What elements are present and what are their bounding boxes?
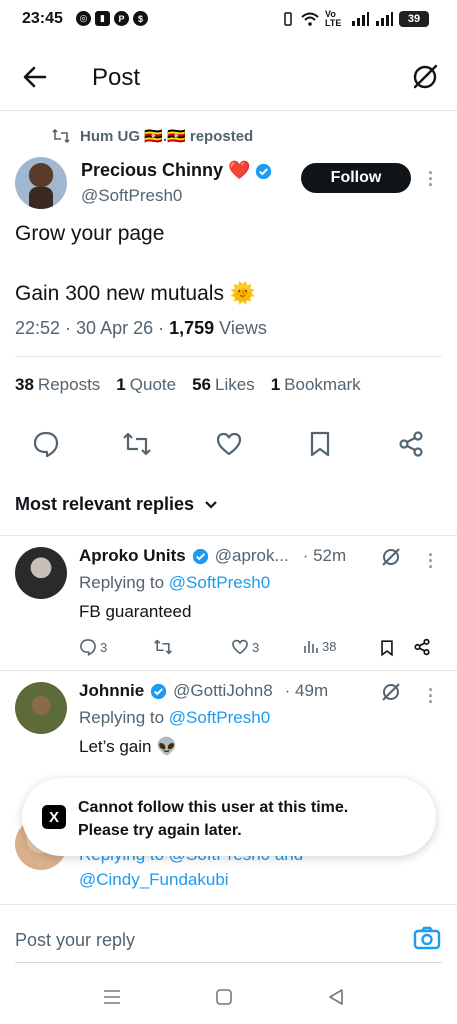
reply-like-action[interactable]: 3 — [231, 638, 259, 656]
reply-composer[interactable]: Post your reply — [0, 906, 457, 964]
reply-author-handle: @aprok... — [214, 546, 289, 565]
replying-to-link[interactable]: @SoftPresh0 — [169, 573, 270, 592]
likes-stat[interactable]: 56 Likes — [192, 375, 255, 395]
post-text-line2: Gain 300 new mutuals 🌞 — [15, 282, 256, 305]
reply-icon[interactable] — [32, 430, 60, 458]
reply-author-handle: @GottiJohn8 — [173, 681, 273, 700]
post-timestamp: 22:52 · 30 Apr 26 · — [15, 318, 170, 338]
replying-to-link[interactable]: @SoftPresh0 — [169, 708, 270, 727]
author-name-row[interactable]: Precious Chinny ❤️ — [81, 160, 272, 181]
reply-author-name: Johnnie — [79, 681, 145, 700]
reply-avatar[interactable] — [15, 682, 67, 734]
author-name: Precious Chinny ❤️ — [81, 160, 251, 180]
dollar-icon: $ — [133, 11, 148, 26]
status-time: 23:45 — [22, 10, 63, 27]
quotes-stat[interactable]: 1 Quote — [116, 375, 176, 395]
replying-to: Replying to @SoftPresh0 — [79, 573, 271, 592]
battery-icon: 39 — [399, 11, 429, 27]
like-icon — [232, 639, 248, 655]
reply-avatar[interactable] — [15, 547, 67, 599]
reply-author-name: Aproko Units — [79, 546, 186, 565]
back-arrow-icon[interactable] — [20, 62, 50, 92]
repost-action-icon[interactable] — [122, 430, 152, 458]
status-system-icons: Vo LTE 39 — [281, 10, 429, 28]
reply-icon — [80, 639, 96, 656]
follow-button[interactable]: Follow — [301, 163, 411, 193]
p-icon: P — [114, 11, 129, 26]
post-more-icon[interactable]: · · · — [428, 164, 434, 194]
wifi-icon — [301, 12, 319, 26]
reply-header[interactable]: Aproko Units @aprok... · 52m — [79, 546, 346, 566]
grok-icon[interactable] — [410, 62, 440, 92]
reply-more-icon[interactable]: · · · — [428, 681, 434, 711]
android-nav-bar — [0, 975, 457, 1024]
reply-views-action[interactable]: 38 — [303, 638, 336, 654]
compose-divider — [0, 904, 457, 905]
camera-icon[interactable] — [413, 926, 441, 950]
verified-badge-icon — [151, 683, 167, 699]
reply-header[interactable]: Johnnie @GottiJohn8 · 49m — [79, 681, 328, 701]
header-divider — [0, 110, 457, 111]
bookmark-icon[interactable] — [379, 638, 395, 658]
verified-badge-icon — [192, 548, 208, 564]
replies-sort-dropdown[interactable]: Most relevant replies — [15, 494, 218, 515]
repost-icon — [52, 129, 70, 143]
reply-time: · 52m — [302, 546, 347, 565]
post-stats: 38 Reposts 1 Quote 56 Likes 1 Bookmark — [15, 375, 361, 395]
reply-text: FB guaranteed — [79, 602, 192, 621]
bookmarks-stat[interactable]: 1 Bookmark — [271, 375, 361, 395]
vibrate-icon — [284, 12, 292, 26]
reposts-stat[interactable]: 38 Reposts — [15, 375, 100, 395]
toast-message: Cannot follow this user at this time. Pl… — [78, 799, 349, 839]
author-handle[interactable]: @SoftPresh0 — [81, 186, 182, 206]
sort-label: Most relevant replies — [15, 494, 195, 514]
repost-label: Hum UG 🇺🇬.🇺🇬 reposted — [80, 128, 254, 145]
repost-indicator[interactable]: Hum UG 🇺🇬.🇺🇬 reposted — [52, 127, 253, 145]
signal-icon-2 — [376, 12, 393, 26]
post-text-line1: Grow your page — [15, 222, 165, 245]
app-icon: ▮ — [95, 11, 110, 26]
reply-text: Let’s gain 👽 — [79, 737, 178, 756]
status-app-icons: ◎ ▮ P $ — [76, 11, 148, 26]
author-avatar[interactable] — [15, 157, 67, 209]
share-icon[interactable] — [397, 430, 425, 458]
reply-divider — [0, 670, 457, 671]
reply-time: · 49m — [284, 681, 329, 700]
error-toast: X Cannot follow this user at this time. … — [22, 778, 436, 856]
meta-divider — [15, 356, 442, 357]
bookmark-icon[interactable] — [307, 430, 333, 458]
grok-icon[interactable] — [380, 681, 402, 703]
reply-reply-action[interactable]: 3 — [79, 638, 107, 656]
views-icon — [304, 641, 318, 653]
views-count: 1,759 — [169, 318, 215, 338]
recent-apps-icon[interactable] — [103, 989, 121, 1005]
status-bar: 23:45 ◎ ▮ P $ Vo LTE 39 — [0, 0, 457, 40]
verified-badge-icon — [255, 164, 272, 180]
x-logo-icon: X — [42, 805, 66, 829]
like-icon[interactable] — [215, 430, 243, 458]
network-label: Vo LTE — [325, 9, 342, 28]
reply-input[interactable]: Post your reply — [15, 930, 135, 951]
back-icon[interactable] — [327, 988, 345, 1006]
repost-action-icon[interactable] — [153, 638, 173, 656]
sort-divider — [0, 535, 457, 536]
mention-line: @Cindy_Fundakubi — [79, 870, 229, 890]
mention-link[interactable]: @Cindy_Fundakubi — [79, 870, 229, 889]
page-title: Post — [92, 64, 141, 91]
post-meta: 22:52 · 30 Apr 26 · 1,759 Views — [15, 318, 267, 339]
grok-icon[interactable] — [380, 546, 402, 568]
replying-to: Replying to @SoftPresh0 — [79, 708, 271, 727]
signal-icon — [352, 12, 369, 26]
compose-underline — [15, 962, 442, 963]
home-icon[interactable] — [215, 988, 233, 1006]
reply-more-icon[interactable]: · · · — [428, 546, 434, 576]
whatsapp-icon: ◎ — [76, 11, 91, 26]
views-label: Views — [214, 318, 267, 338]
share-icon[interactable] — [413, 638, 431, 656]
chevron-down-icon — [205, 500, 217, 509]
